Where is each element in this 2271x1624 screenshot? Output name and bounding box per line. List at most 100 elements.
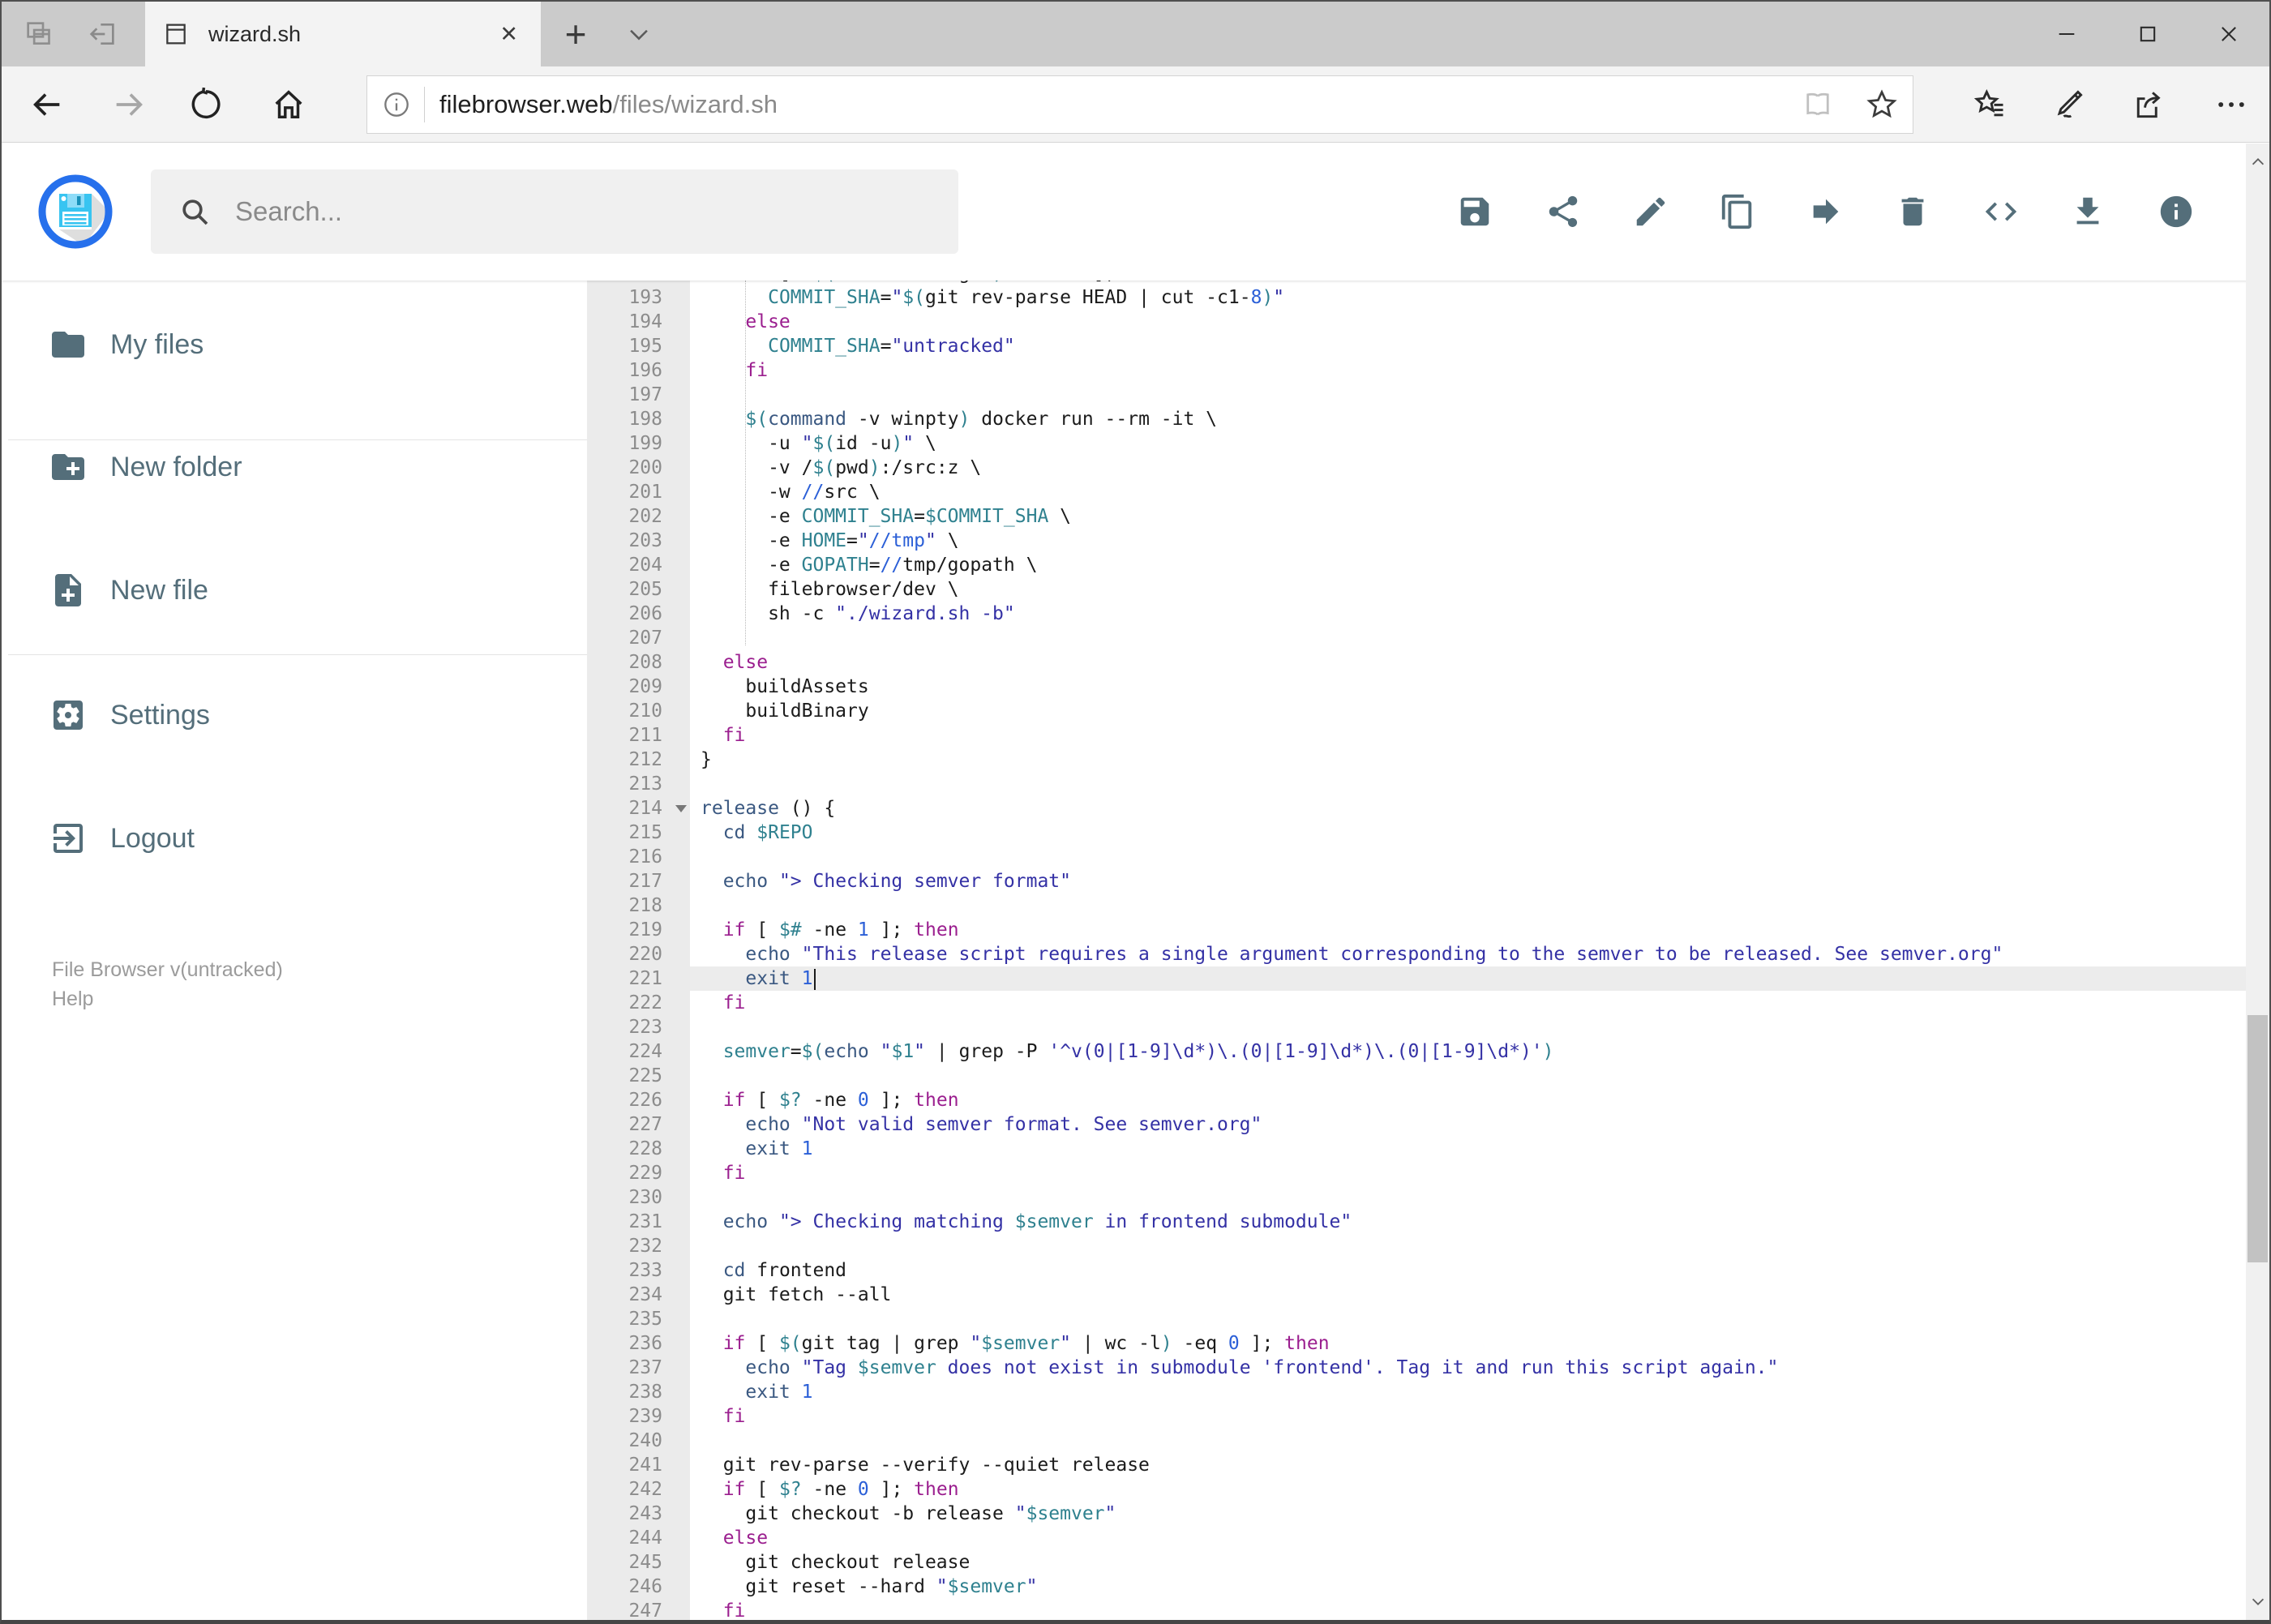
web-note-button[interactable] <box>2046 84 2091 126</box>
tab-close-icon[interactable]: ✕ <box>495 22 523 47</box>
save-button[interactable] <box>1450 187 1499 236</box>
code-line[interactable]: sh -c "./wizard.sh -b" <box>690 602 2269 626</box>
tab-preview-button[interactable] <box>13 2 65 66</box>
refresh-button[interactable] <box>183 84 229 126</box>
code-line[interactable]: else <box>690 1526 2269 1550</box>
move-button[interactable] <box>1802 187 1850 236</box>
code-line[interactable]: else <box>690 650 2269 675</box>
code-line[interactable] <box>690 626 2269 650</box>
code-view-button[interactable] <box>1977 187 2025 236</box>
code-line[interactable] <box>690 1185 2269 1210</box>
code-line[interactable]: -v /$(pwd):/src:z \ <box>690 456 2269 480</box>
search-input[interactable] <box>234 195 882 228</box>
code-line[interactable]: -u "$(id -u)" \ <box>690 431 2269 456</box>
code-line[interactable] <box>690 1429 2269 1453</box>
search-box[interactable] <box>151 169 958 254</box>
code-line[interactable]: exit 1 <box>690 1380 2269 1404</box>
code-line[interactable]: echo "Not valid semver format. See semve… <box>690 1112 2269 1137</box>
forward-button[interactable] <box>106 84 152 126</box>
code-line[interactable]: git reset --hard "$semver" <box>690 1575 2269 1599</box>
sidebar-item-new-folder[interactable]: New folder <box>2 428 587 506</box>
code-line[interactable]: buildAssets <box>690 675 2269 699</box>
home-button[interactable] <box>266 84 311 126</box>
set-tabs-aside-button[interactable] <box>76 2 128 66</box>
sidebar-item-settings[interactable]: Settings <box>2 676 587 754</box>
minimize-button[interactable] <box>2026 2 2107 66</box>
file-browser-logo[interactable] <box>35 171 116 252</box>
download-button[interactable] <box>2063 187 2112 236</box>
code-line[interactable] <box>690 383 2269 407</box>
share-page-button[interactable] <box>2127 84 2172 126</box>
sidebar-item-logout[interactable]: Logout <box>2 799 587 877</box>
code-area[interactable]: if [ "$(command -v git)" != "" ]; then C… <box>690 281 2269 1620</box>
code-line[interactable] <box>690 1307 2269 1331</box>
code-line[interactable] <box>690 1015 2269 1039</box>
code-line[interactable]: fi <box>690 991 2269 1015</box>
page-scrollbar[interactable] <box>2246 144 2269 1620</box>
sidebar-item-new-file[interactable]: New file <box>2 551 587 629</box>
hub-button[interactable] <box>1967 84 2012 126</box>
code-line[interactable]: buildBinary <box>690 699 2269 723</box>
maximize-button[interactable] <box>2107 2 2188 66</box>
active-line[interactable]: exit 1 <box>690 966 2269 991</box>
code-editor[interactable]: 1921931941951961971981992002012022032042… <box>587 281 2269 1620</box>
fold-arrow-icon[interactable] <box>675 805 687 812</box>
share-button[interactable] <box>1539 187 1588 236</box>
code-line[interactable] <box>690 893 2269 918</box>
code-line[interactable]: git checkout -b release "$semver" <box>690 1502 2269 1526</box>
code-line[interactable]: semver=$(echo "$1" | grep -P '^v(0|[1-9]… <box>690 1039 2269 1064</box>
code-line[interactable]: -e HOME="//tmp" \ <box>690 529 2269 553</box>
code-line[interactable]: if [ $(git tag | grep "$semver" | wc -l)… <box>690 1331 2269 1356</box>
code-line[interactable] <box>690 1234 2269 1258</box>
help-link[interactable]: Help <box>52 984 283 1013</box>
browser-tab[interactable]: wizard.sh ✕ <box>145 2 541 66</box>
code-line[interactable]: fi <box>690 1404 2269 1429</box>
code-line[interactable]: echo "> Checking matching $semver in fro… <box>690 1210 2269 1234</box>
info-button[interactable] <box>2152 187 2200 236</box>
back-button[interactable] <box>24 84 70 126</box>
code-line[interactable]: else <box>690 310 2269 334</box>
code-line[interactable]: COMMIT_SHA="$(git rev-parse HEAD | cut -… <box>690 285 2269 310</box>
code-line[interactable]: release () { <box>690 796 2269 821</box>
code-line[interactable]: } <box>690 748 2269 772</box>
code-line[interactable] <box>690 845 2269 869</box>
code-line[interactable]: cd $REPO <box>690 821 2269 845</box>
tab-list-chevron-icon[interactable] <box>615 2 663 66</box>
delete-button[interactable] <box>1888 187 1937 236</box>
copy-button[interactable] <box>1713 187 1762 236</box>
code-line[interactable]: cd frontend <box>690 1258 2269 1283</box>
favorite-star-icon[interactable] <box>1864 87 1900 122</box>
site-info-icon[interactable] <box>380 88 413 121</box>
code-line[interactable]: -e GOPATH=//tmp/gopath \ <box>690 553 2269 577</box>
code-line[interactable] <box>690 772 2269 796</box>
code-line[interactable]: -w //src \ <box>690 480 2269 504</box>
edit-button[interactable] <box>1626 187 1675 236</box>
code-line[interactable]: git checkout release <box>690 1550 2269 1575</box>
code-line[interactable]: -e COMMIT_SHA=$COMMIT_SHA \ <box>690 504 2269 529</box>
code-line[interactable]: echo "> Checking semver format" <box>690 869 2269 893</box>
scroll-up-icon[interactable] <box>2246 150 2269 174</box>
code-line[interactable]: echo "This release script requires a sin… <box>690 942 2269 966</box>
code-line[interactable]: fi <box>690 1161 2269 1185</box>
code-line[interactable]: if [ $# -ne 1 ]; then <box>690 918 2269 942</box>
code-line[interactable]: fi <box>690 1599 2269 1620</box>
code-line[interactable] <box>690 1064 2269 1088</box>
code-line[interactable]: if [ $? -ne 0 ]; then <box>690 1088 2269 1112</box>
address-bar[interactable]: filebrowser.web/files/wizard.sh <box>366 75 1913 134</box>
scroll-down-icon[interactable] <box>2246 1589 2269 1613</box>
more-options-button[interactable] <box>2209 84 2254 126</box>
scrollbar-thumb[interactable] <box>2247 1015 2268 1262</box>
code-line[interactable]: if [ $? -ne 0 ]; then <box>690 1477 2269 1502</box>
new-tab-button[interactable]: + <box>546 2 605 66</box>
sidebar-item-my-files[interactable]: My files <box>2 306 587 384</box>
code-line[interactable]: fi <box>690 723 2269 748</box>
code-line[interactable]: echo "Tag $semver does not exist in subm… <box>690 1356 2269 1380</box>
code-line[interactable]: COMMIT_SHA="untracked" <box>690 334 2269 358</box>
code-line[interactable]: filebrowser/dev \ <box>690 577 2269 602</box>
code-line[interactable]: git rev-parse --verify --quiet release <box>690 1453 2269 1477</box>
code-line[interactable]: fi <box>690 358 2269 383</box>
code-line[interactable]: exit 1 <box>690 1137 2269 1161</box>
close-window-button[interactable] <box>2188 2 2269 66</box>
code-line[interactable]: git fetch --all <box>690 1283 2269 1307</box>
code-line[interactable]: $(command -v winpty) docker run --rm -it… <box>690 407 2269 431</box>
